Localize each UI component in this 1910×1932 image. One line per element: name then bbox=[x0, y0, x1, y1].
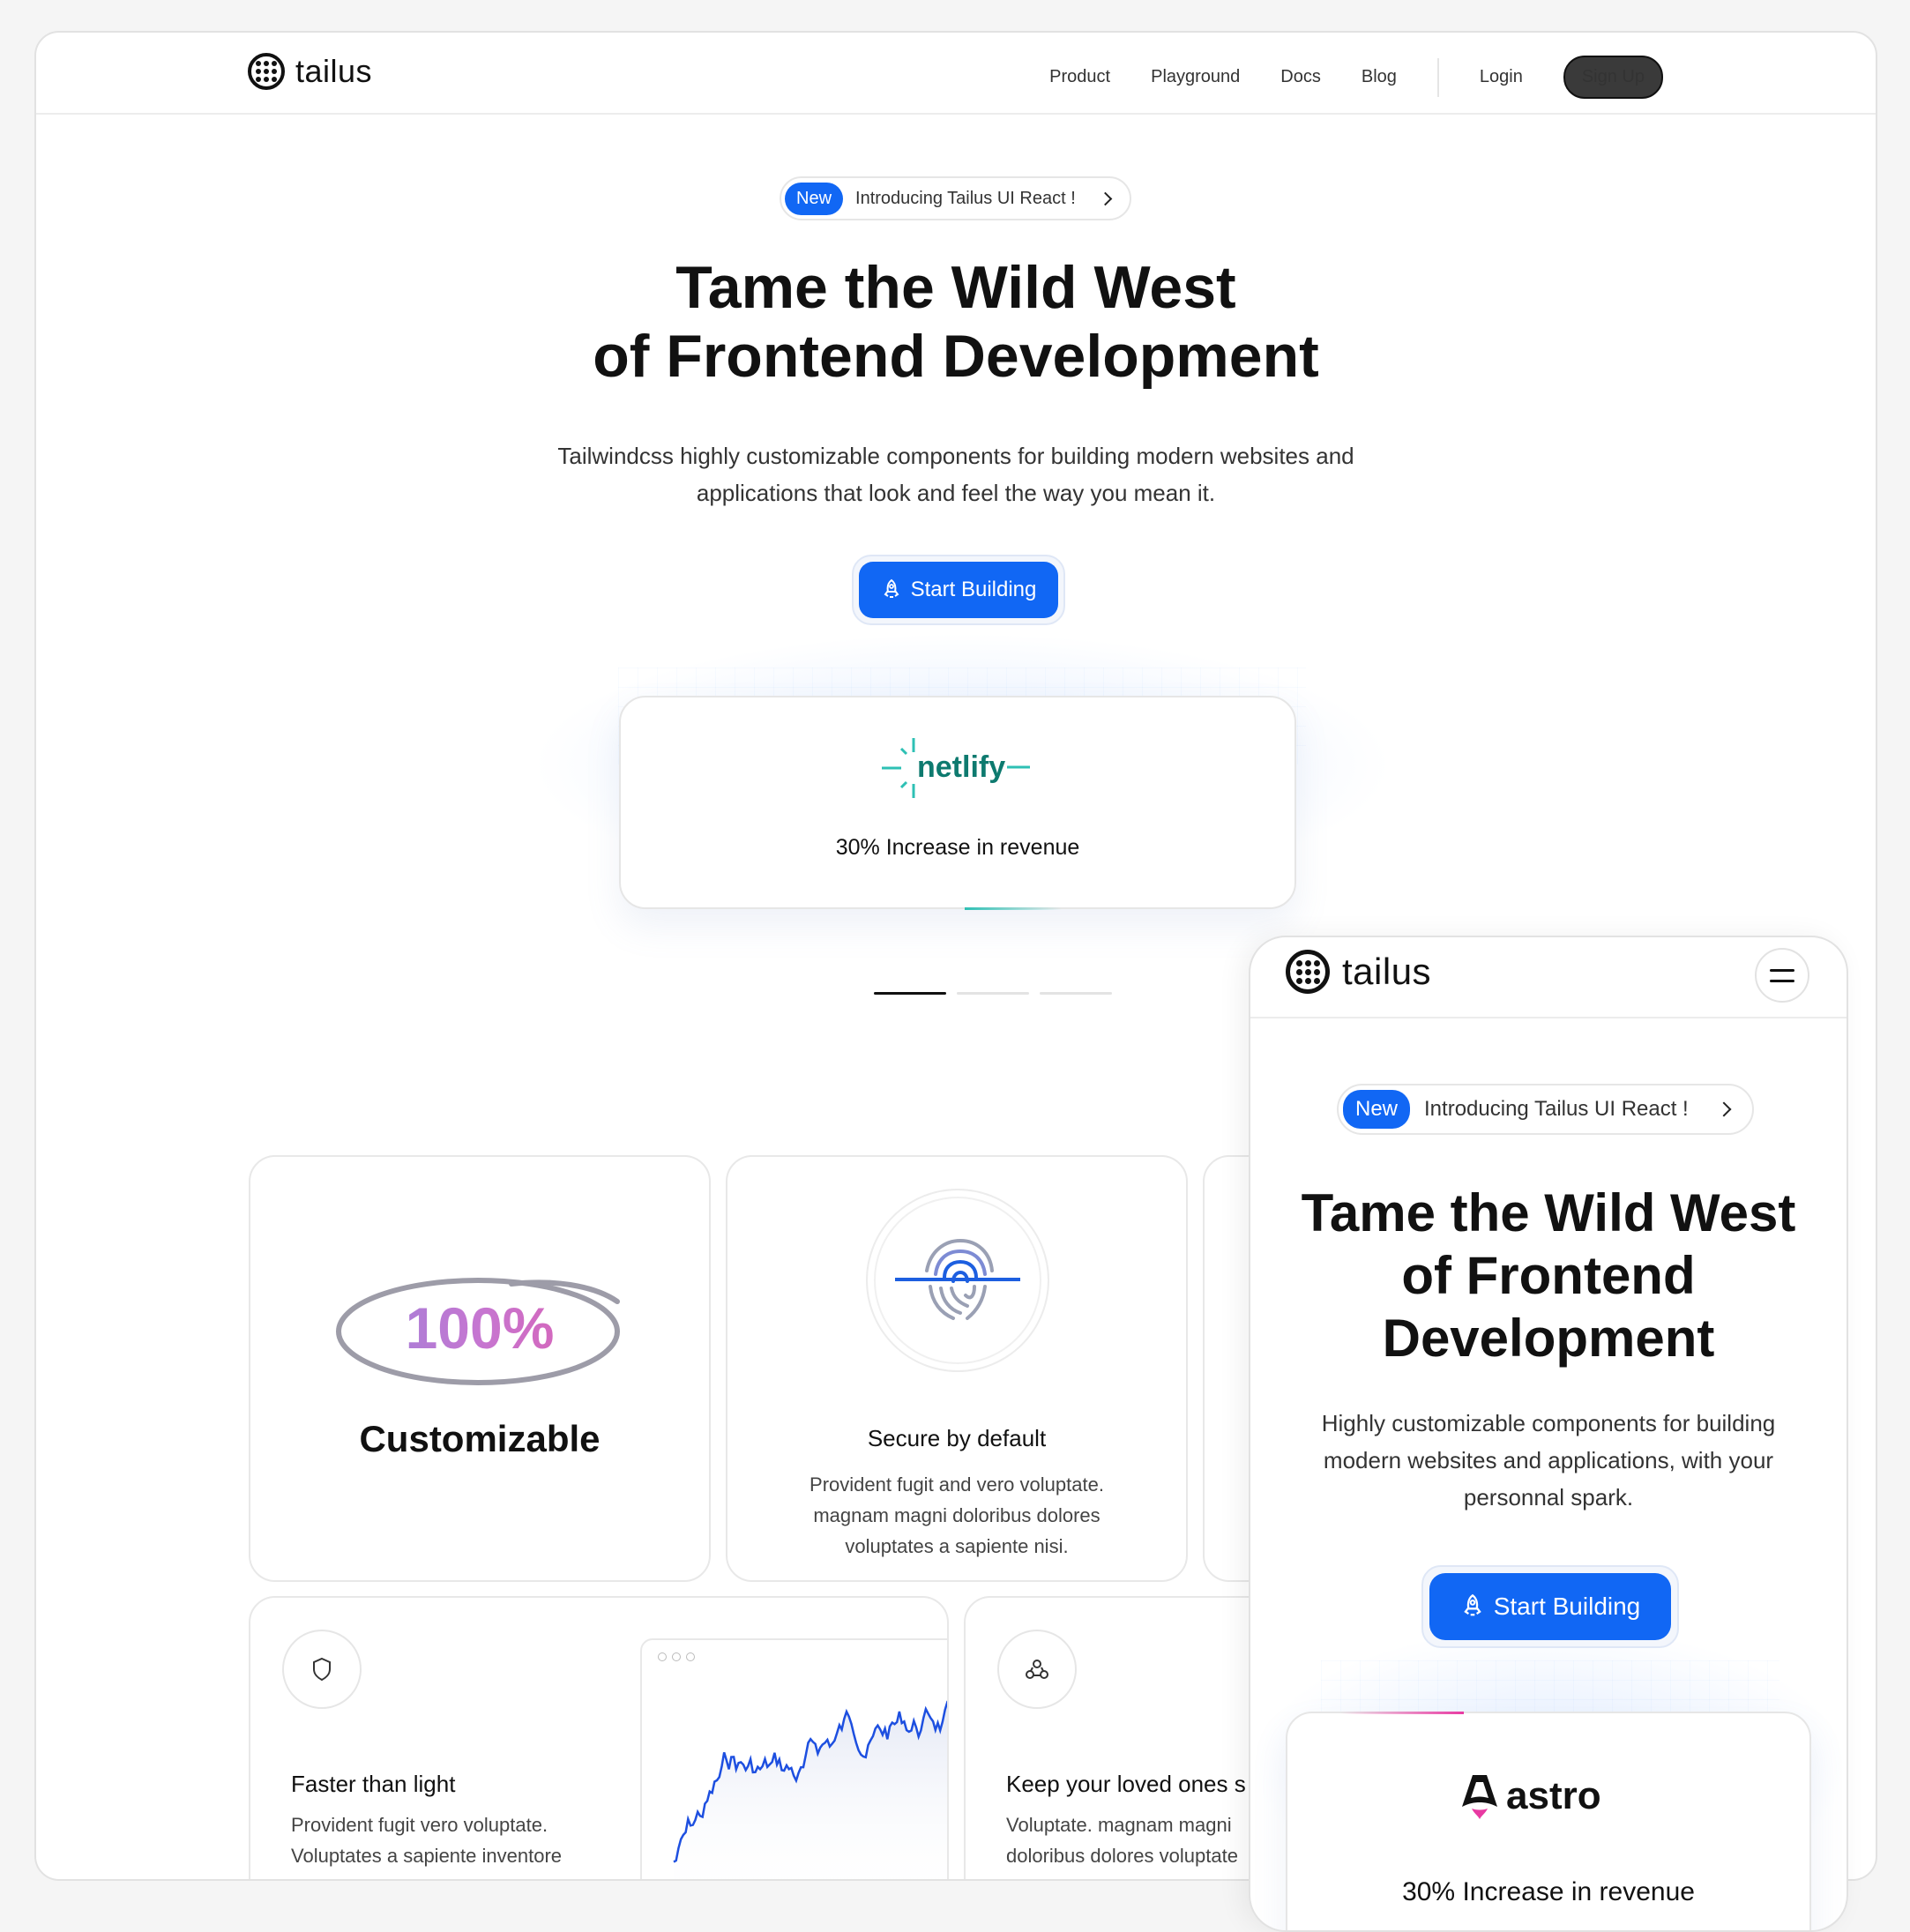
astro-logo-icon bbox=[1462, 1775, 1497, 1819]
secure-description: Provident fugit and vero voluptate. magn… bbox=[810, 1473, 1104, 1558]
nav-link-blog[interactable]: Blog bbox=[1362, 67, 1397, 87]
mobile-new-badge: New bbox=[1343, 1090, 1411, 1129]
brand-name: tailus bbox=[295, 53, 373, 89]
hamburger-menu-icon[interactable] bbox=[1755, 948, 1809, 1003]
netlify-logo: netlify bbox=[882, 736, 1032, 798]
astro-logo: astro bbox=[1460, 1772, 1601, 1821]
rocket-icon bbox=[884, 578, 899, 598]
carousel-dot-3[interactable] bbox=[1040, 992, 1112, 995]
mobile-testimonial-stat: 30% Increase in revenue bbox=[1402, 1877, 1695, 1906]
nav-divider bbox=[1436, 57, 1439, 97]
chart-window bbox=[640, 1638, 947, 1879]
testimonial-stat: 30% Increase in revenue bbox=[835, 835, 1080, 860]
carousel-indicator bbox=[874, 992, 1112, 995]
start-building-label: Start Building bbox=[910, 578, 1037, 601]
cta-wrapper: Start Building bbox=[852, 555, 1065, 625]
brand-logo[interactable]: tailus bbox=[248, 53, 372, 90]
fingerprint-inner-ring bbox=[874, 1197, 1041, 1364]
nav-links: Product Playground Docs Blog Login Sign … bbox=[1009, 56, 1663, 99]
mobile-chevron-right-icon bbox=[1716, 1101, 1732, 1117]
customizable-figure: 100% bbox=[250, 1294, 709, 1361]
hero-title: Tame the Wild West of Frontend Developme… bbox=[593, 254, 1319, 391]
tailus-logo-icon bbox=[248, 53, 285, 90]
mobile-start-building-label: Start Building bbox=[1493, 1593, 1641, 1620]
mobile-hero-subtitle: Highly customizable components for build… bbox=[1321, 1410, 1776, 1511]
testimonial-card: netlify 30% Increase in revenue bbox=[619, 696, 1296, 910]
mobile-hero-title: Tame the Wild West of Frontend Developme… bbox=[1301, 1183, 1796, 1368]
chevron-right-icon bbox=[1098, 191, 1113, 205]
mobile-announcement-pill[interactable]: New Introducing Tailus UI React ! bbox=[1337, 1084, 1754, 1135]
mobile-navbar: tailus bbox=[1250, 937, 1847, 1018]
netlify-line-icon bbox=[1007, 765, 1031, 769]
mobile-tailus-logo-icon bbox=[1286, 950, 1330, 994]
mobile-start-building-button[interactable]: Start Building bbox=[1429, 1573, 1671, 1640]
nav-link-playground[interactable]: Playground bbox=[1151, 67, 1240, 87]
feature-card-faster: Faster than light Provident fugit vero v… bbox=[249, 1596, 949, 1879]
mobile-rocket-icon bbox=[1463, 1593, 1481, 1616]
customizable-title: Customizable bbox=[359, 1418, 601, 1459]
top-navbar: tailus Product Playground Docs Blog Logi… bbox=[36, 33, 1876, 115]
loved-description: Voluptate. magnam magni doloribus dolore… bbox=[1006, 1814, 1238, 1868]
announcement-pill[interactable]: New Introducing Tailus UI React ! bbox=[780, 176, 1131, 220]
shield-icon-wrapper bbox=[282, 1630, 362, 1709]
loved-title: Keep your loved ones s bbox=[1006, 1771, 1246, 1797]
faster-description: Provident fugit vero voluptate. Voluptat… bbox=[291, 1814, 563, 1868]
netlify-spark-icon bbox=[882, 738, 915, 798]
shield-icon bbox=[313, 1657, 331, 1682]
new-badge: New bbox=[785, 182, 844, 215]
mobile-brand-logo[interactable]: tailus bbox=[1286, 950, 1431, 994]
login-link[interactable]: Login bbox=[1480, 67, 1523, 87]
nav-link-product[interactable]: Product bbox=[1049, 67, 1110, 87]
mobile-testimonial-card: astro 30% Increase in revenue bbox=[1286, 1712, 1811, 1930]
mobile-announcement-text: Introducing Tailus UI React ! bbox=[1424, 1097, 1689, 1121]
mobile-testimonial-progress bbox=[1340, 1712, 1464, 1714]
mobile-cta-wrapper: Start Building bbox=[1421, 1565, 1679, 1648]
mobile-brand-name: tailus bbox=[1342, 951, 1432, 992]
testimonial-progress bbox=[965, 907, 1062, 910]
fingerprint-icon bbox=[895, 1238, 1020, 1320]
astro-wordmark: astro bbox=[1506, 1774, 1601, 1817]
hero-subtitle: Tailwindcss highly customizable componen… bbox=[557, 443, 1354, 506]
fingerprint-outer-ring bbox=[866, 1189, 1049, 1372]
netlify-wordmark: netlify bbox=[917, 750, 1006, 784]
signup-button[interactable]: Sign Up bbox=[1563, 56, 1663, 99]
feature-card-secure: Secure by default Provident fugit and ve… bbox=[726, 1155, 1188, 1582]
secure-title: Secure by default bbox=[867, 1425, 1047, 1451]
carousel-dot-1[interactable] bbox=[874, 992, 946, 995]
community-icon bbox=[1026, 1660, 1048, 1679]
start-building-button[interactable]: Start Building bbox=[859, 562, 1058, 618]
faster-title: Faster than light bbox=[291, 1771, 456, 1797]
announcement-text: Introducing Tailus UI React ! bbox=[855, 188, 1076, 208]
feature-card-customizable: 100% Customizable bbox=[249, 1155, 711, 1582]
nav-link-docs[interactable]: Docs bbox=[1280, 67, 1321, 87]
community-icon-wrapper bbox=[997, 1630, 1077, 1709]
mobile-preview: tailus New Introducing Tailus UI React !… bbox=[1249, 936, 1848, 1932]
carousel-dot-2[interactable] bbox=[957, 992, 1029, 995]
stock-chart-icon bbox=[673, 1700, 947, 1879]
